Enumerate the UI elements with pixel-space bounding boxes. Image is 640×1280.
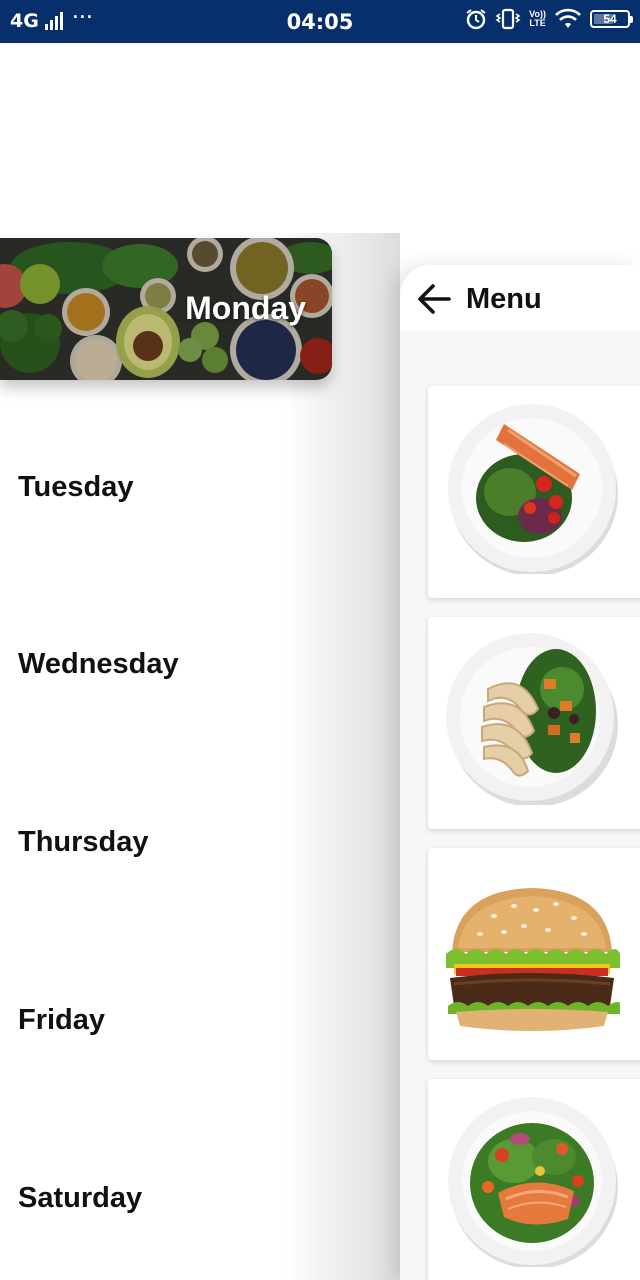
- day-item-tuesday[interactable]: Tuesday: [18, 471, 134, 504]
- day-label-monday: Monday: [185, 290, 306, 326]
- volte-icon: Vo)) LTE: [529, 9, 546, 28]
- day-item-friday[interactable]: Friday: [18, 1004, 105, 1037]
- battery-level: 54: [603, 12, 617, 26]
- menu-item-card[interactable]: [428, 386, 640, 598]
- day-drawer: Monday Tuesday Wednesday Thursday Friday…: [0, 43, 400, 1280]
- status-right: Vo)) LTE 54: [465, 8, 633, 30]
- vibrate-icon: [495, 8, 521, 30]
- salmon-salad-image: [448, 404, 618, 574]
- battery-icon: 54: [590, 10, 633, 28]
- day-item-thursday[interactable]: Thursday: [18, 826, 149, 859]
- chicken-salad-image: [446, 633, 618, 805]
- menu-header: Menu: [400, 265, 640, 331]
- menu-item-card[interactable]: [428, 848, 640, 1060]
- day-item-wednesday[interactable]: Wednesday: [18, 648, 179, 681]
- salmon-greens-image: [448, 1097, 618, 1267]
- status-bar: 4G ··· 04:05 Vo)) LTE 54: [0, 0, 640, 43]
- alarm-icon: [466, 9, 486, 30]
- wifi-icon: [555, 8, 581, 28]
- menu-item-card[interactable]: [428, 1079, 640, 1280]
- menu-panel: Menu: [400, 265, 640, 1280]
- menu-item-card[interactable]: [428, 617, 640, 829]
- menu-title: Menu: [466, 283, 542, 315]
- burger-image: [446, 888, 620, 1031]
- day-item-monday-selected[interactable]: Monday: [0, 238, 332, 380]
- day-item-saturday[interactable]: Saturday: [18, 1182, 142, 1215]
- back-arrow-icon[interactable]: [416, 282, 452, 316]
